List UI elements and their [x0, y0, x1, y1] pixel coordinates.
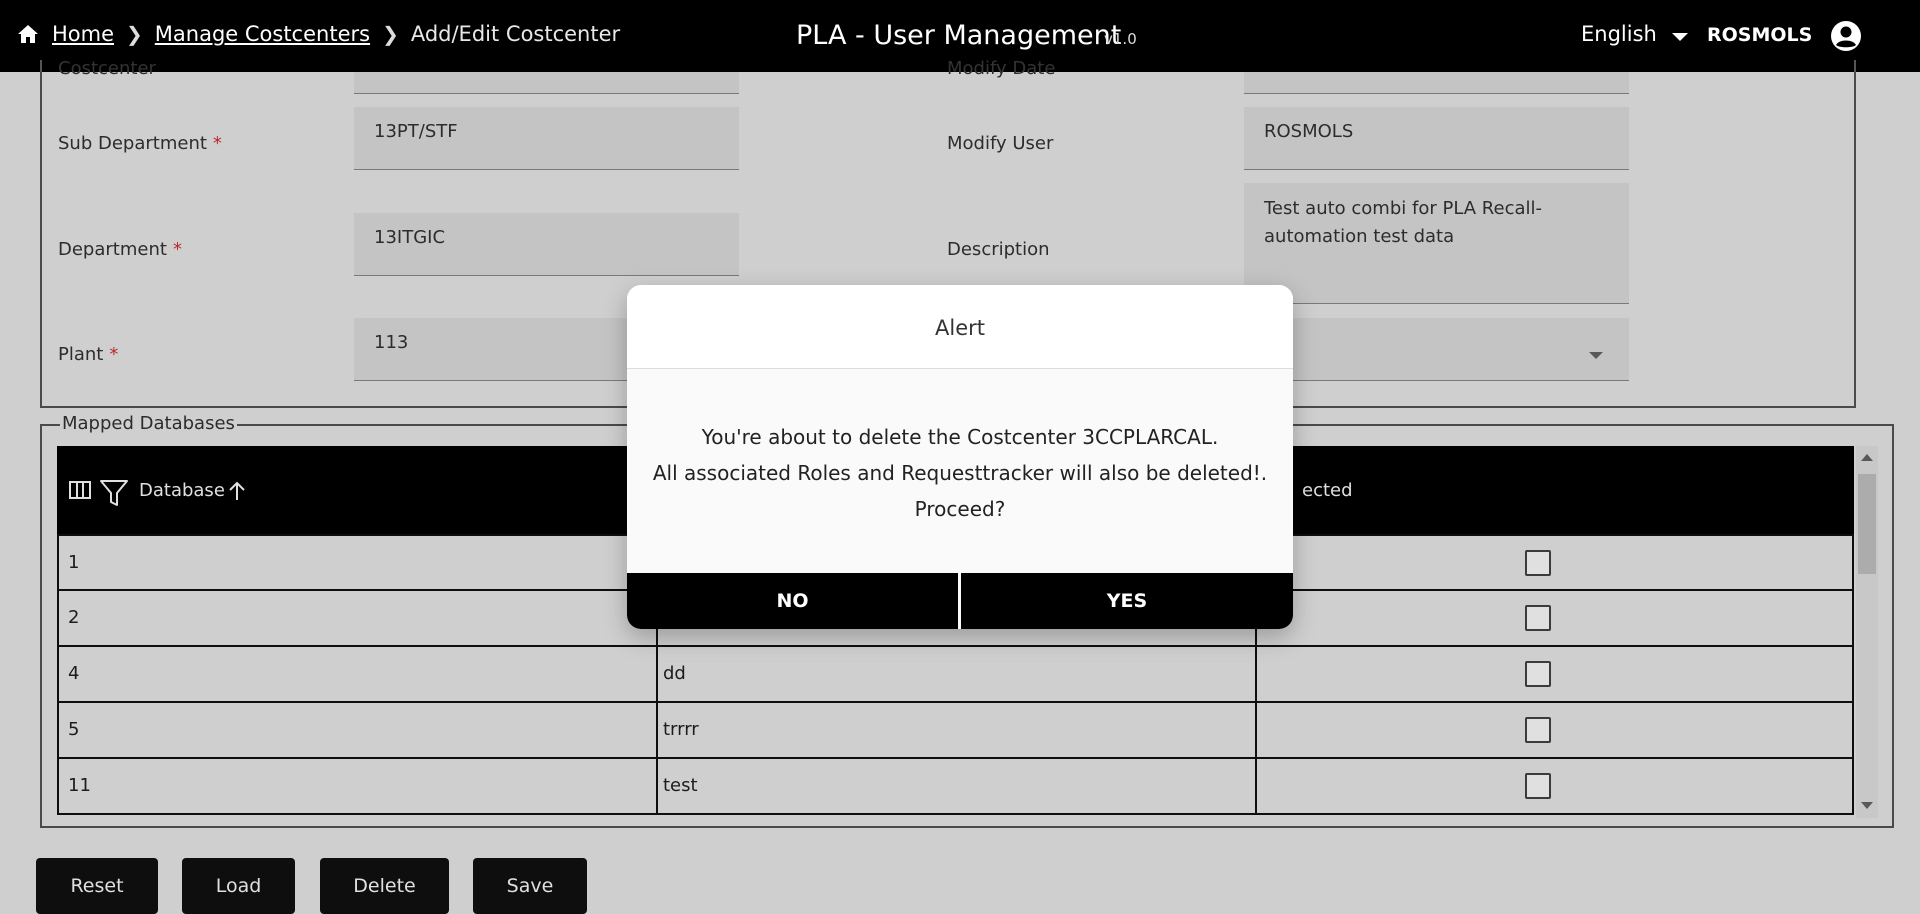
breadcrumb-separator: ❯ [382, 22, 399, 46]
alert-dialog: Alert You're about to delete the Costcen… [627, 285, 1293, 629]
dialog-no-button[interactable]: NO [627, 573, 958, 629]
dialog-yes-button[interactable]: YES [961, 573, 1293, 629]
chevron-down-icon[interactable] [1672, 33, 1688, 41]
account-circle-icon[interactable] [1830, 20, 1862, 52]
breadcrumb-manage-costcenters-link[interactable]: Manage Costcenters [155, 22, 370, 46]
breadcrumb-current: Add/Edit Costcenter [410, 22, 621, 46]
dialog-message: You're about to delete the Costcenter 3C… [627, 419, 1293, 527]
current-user: ROSMOLS [1707, 24, 1813, 46]
app-title: PLA - User Management [796, 20, 1122, 51]
home-icon[interactable] [16, 23, 40, 45]
breadcrumb: Home ❯ Manage Costcenters ❯ Add/Edit Cos… [16, 22, 620, 46]
dialog-message-line: All associated Roles and Requesttracker … [652, 461, 1268, 485]
app-version: v1.0 [1104, 30, 1137, 48]
language-selector[interactable]: English [1581, 22, 1657, 46]
breadcrumb-home-link[interactable]: Home [52, 22, 114, 46]
breadcrumb-separator: ❯ [126, 22, 143, 46]
dialog-title: Alert [627, 285, 1293, 369]
dialog-message-line: Proceed? [914, 497, 1006, 521]
dialog-message-line: You're about to delete the Costcenter 3C… [701, 425, 1219, 449]
